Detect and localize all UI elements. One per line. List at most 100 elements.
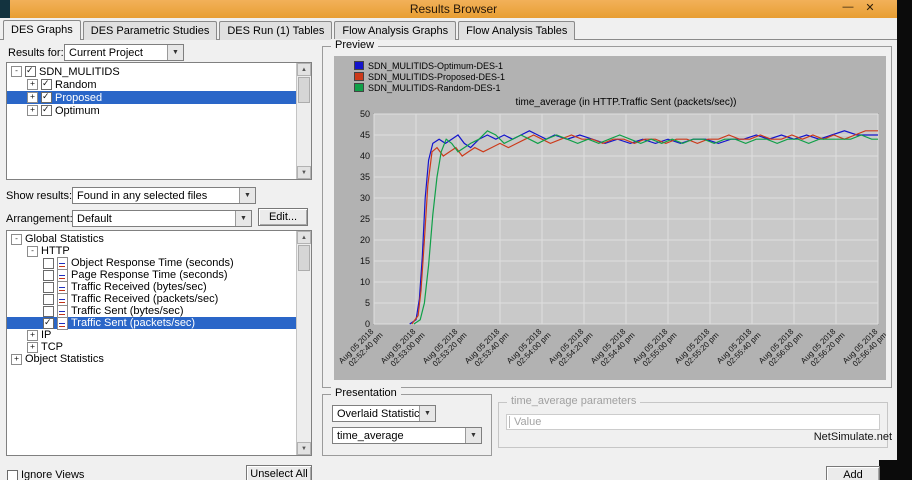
- y-tick-label: 30: [360, 193, 370, 203]
- ignore-views-label: Ignore Views: [21, 469, 85, 480]
- legend-label: SDN_MULITIDS-Random-DES-1: [368, 82, 501, 93]
- y-tick-label: 40: [360, 151, 370, 161]
- project-tree-scrollbar[interactable]: ▲ ▼: [296, 63, 311, 179]
- expand-icon[interactable]: +: [27, 341, 38, 353]
- watermark: NetSimulate.net: [813, 431, 892, 443]
- scroll-down-icon[interactable]: ▼: [297, 442, 311, 455]
- expand-icon[interactable]: +: [27, 105, 38, 116]
- checkbox[interactable]: [41, 91, 52, 103]
- checkbox[interactable]: [43, 269, 54, 281]
- expand-icon[interactable]: +: [11, 353, 22, 365]
- show-results-select[interactable]: Found in any selected files ▼: [72, 187, 256, 204]
- expand-icon[interactable]: +: [27, 79, 38, 90]
- legend-swatch: [354, 83, 364, 92]
- tree-item-label: Global Statistics: [25, 233, 104, 245]
- y-tick-label: 15: [360, 256, 370, 266]
- tree-item-http[interactable]: - HTTP: [7, 245, 297, 257]
- scrollbar-thumb[interactable]: [298, 77, 310, 103]
- tree-item-traffic-sent-bytes-sec[interactable]: Traffic Sent (bytes/sec): [7, 304, 297, 318]
- tree-item-label: Traffic Sent (bytes/sec): [71, 305, 184, 317]
- y-tick-label: 25: [360, 214, 370, 224]
- arrangement-label: Arrangement:: [6, 213, 73, 225]
- statistics-tree-box: - Global Statistics - HTTP Object Response T…: [6, 230, 312, 456]
- overlaid-statistics-select[interactable]: Overlaid Statistics ▼: [332, 405, 436, 422]
- tree-item-traffic-received-bytes-sec[interactable]: Traffic Received (bytes/sec): [7, 280, 297, 294]
- arrangement-select[interactable]: Default ▼: [72, 210, 252, 227]
- collapse-icon[interactable]: -: [11, 233, 22, 245]
- checkbox[interactable]: [43, 293, 54, 305]
- tab-des-parametric-studies[interactable]: DES Parametric Studies: [82, 21, 218, 40]
- checkbox[interactable]: [43, 281, 54, 293]
- y-tick-label: 45: [360, 130, 370, 140]
- y-tick-label: 35: [360, 172, 370, 182]
- checkbox[interactable]: [43, 305, 54, 317]
- tree-item-label: SDN_MULITIDS: [39, 65, 120, 78]
- close-icon[interactable]: ✕: [863, 1, 877, 14]
- checkbox[interactable]: [41, 104, 52, 116]
- statistic-graph-icon: [57, 316, 68, 330]
- tab-des-run-1-tables[interactable]: DES Run (1) Tables: [219, 21, 333, 40]
- tree-item-label: Traffic Received (packets/sec): [71, 293, 219, 305]
- checkbox[interactable]: [43, 257, 54, 269]
- tree-item-traffic-sent-packets-sec[interactable]: Traffic Sent (packets/sec): [7, 316, 297, 330]
- y-tick-label: 20: [360, 235, 370, 245]
- chevron-down-icon[interactable]: ▼: [239, 188, 255, 203]
- y-tick-label: 50: [360, 109, 370, 119]
- chevron-down-icon[interactable]: ▼: [465, 428, 481, 443]
- collapse-icon[interactable]: -: [11, 66, 22, 77]
- scroll-up-icon[interactable]: ▲: [297, 231, 311, 244]
- scroll-down-icon[interactable]: ▼: [297, 166, 311, 179]
- tree-item-ip[interactable]: + IP: [7, 329, 297, 341]
- tree-item-random[interactable]: + Random: [7, 78, 297, 91]
- y-tick-label: 5: [365, 298, 370, 308]
- tree-item-page-response-time-seconds[interactable]: Page Response Time (seconds): [7, 268, 297, 282]
- legend-item-sdn-mulitids-optimum-des-1: SDN_MULITIDS-Optimum-DES-1: [354, 60, 505, 71]
- scroll-up-icon[interactable]: ▲: [297, 63, 311, 76]
- chevron-down-icon[interactable]: ▼: [235, 211, 251, 226]
- tree-item-optimum[interactable]: + Optimum: [7, 104, 297, 117]
- tree-item-label: TCP: [41, 341, 63, 353]
- y-tick-label: 10: [360, 277, 370, 287]
- checkbox[interactable]: [43, 317, 54, 329]
- metric-select[interactable]: time_average ▼: [332, 427, 482, 444]
- tree-item-sdn-mulitids[interactable]: - SDN_MULITIDS: [7, 65, 297, 78]
- tree-item-traffic-received-packets-sec[interactable]: Traffic Received (packets/sec): [7, 292, 297, 306]
- tree-item-global-statistics[interactable]: - Global Statistics: [7, 233, 297, 245]
- edit-button[interactable]: Edit...: [258, 208, 308, 226]
- tab-flow-analysis-graphs[interactable]: Flow Analysis Graphs: [334, 21, 457, 40]
- tree-item-label: Traffic Received (bytes/sec): [71, 281, 207, 293]
- statistics-tree: - Global Statistics - HTTP Object Response T…: [7, 231, 297, 455]
- chevron-down-icon[interactable]: ▼: [167, 45, 183, 60]
- statistics-tree-scrollbar[interactable]: ▲ ▼: [296, 231, 311, 455]
- ignore-views-checkbox[interactable]: [7, 470, 18, 480]
- tree-item-proposed[interactable]: + Proposed: [7, 91, 297, 104]
- checkbox[interactable]: [41, 78, 52, 90]
- tree-item-label: Page Response Time (seconds): [71, 269, 228, 281]
- tab-des-graphs[interactable]: DES Graphs: [3, 20, 81, 40]
- tree-item-object-statistics[interactable]: + Object Statistics: [7, 353, 297, 365]
- results-for-label: Results for:: [8, 47, 64, 59]
- presentation-group-label: Presentation: [331, 387, 401, 399]
- tree-item-label: IP: [41, 329, 52, 341]
- window-controls: — ✕: [841, 1, 877, 14]
- results-for-select[interactable]: Current Project ▼: [64, 44, 184, 61]
- show-results-label: Show results:: [6, 190, 73, 202]
- checkbox[interactable]: [25, 65, 36, 77]
- tree-item-tcp[interactable]: + TCP: [7, 341, 297, 353]
- chevron-down-icon[interactable]: ▼: [419, 406, 435, 421]
- unselect-all-button[interactable]: Unselect All: [246, 465, 312, 480]
- tab-flow-analysis-tables[interactable]: Flow Analysis Tables: [458, 21, 576, 40]
- collapse-icon[interactable]: -: [27, 245, 38, 257]
- scrollbar-thumb[interactable]: [298, 245, 310, 271]
- expand-icon[interactable]: +: [27, 329, 38, 341]
- title-bar[interactable]: Results Browser — ✕: [10, 0, 897, 18]
- value-field: Value: [506, 414, 880, 430]
- legend-item-sdn-mulitids-random-des-1: SDN_MULITIDS-Random-DES-1: [354, 82, 505, 93]
- tree-item-object-response-time-seconds[interactable]: Object Response Time (seconds): [7, 256, 297, 270]
- tree-item-label: Object Response Time (seconds): [71, 257, 234, 269]
- add-button[interactable]: Add: [826, 466, 880, 480]
- minimize-icon[interactable]: —: [841, 1, 855, 14]
- expand-icon[interactable]: +: [27, 92, 38, 103]
- tree-item-label: HTTP: [41, 245, 70, 257]
- preview-chart-area[interactable]: 0 5 10 15 20 25 30 35 40 45 50 Aug 05 201802:52:40 …: [334, 56, 889, 380]
